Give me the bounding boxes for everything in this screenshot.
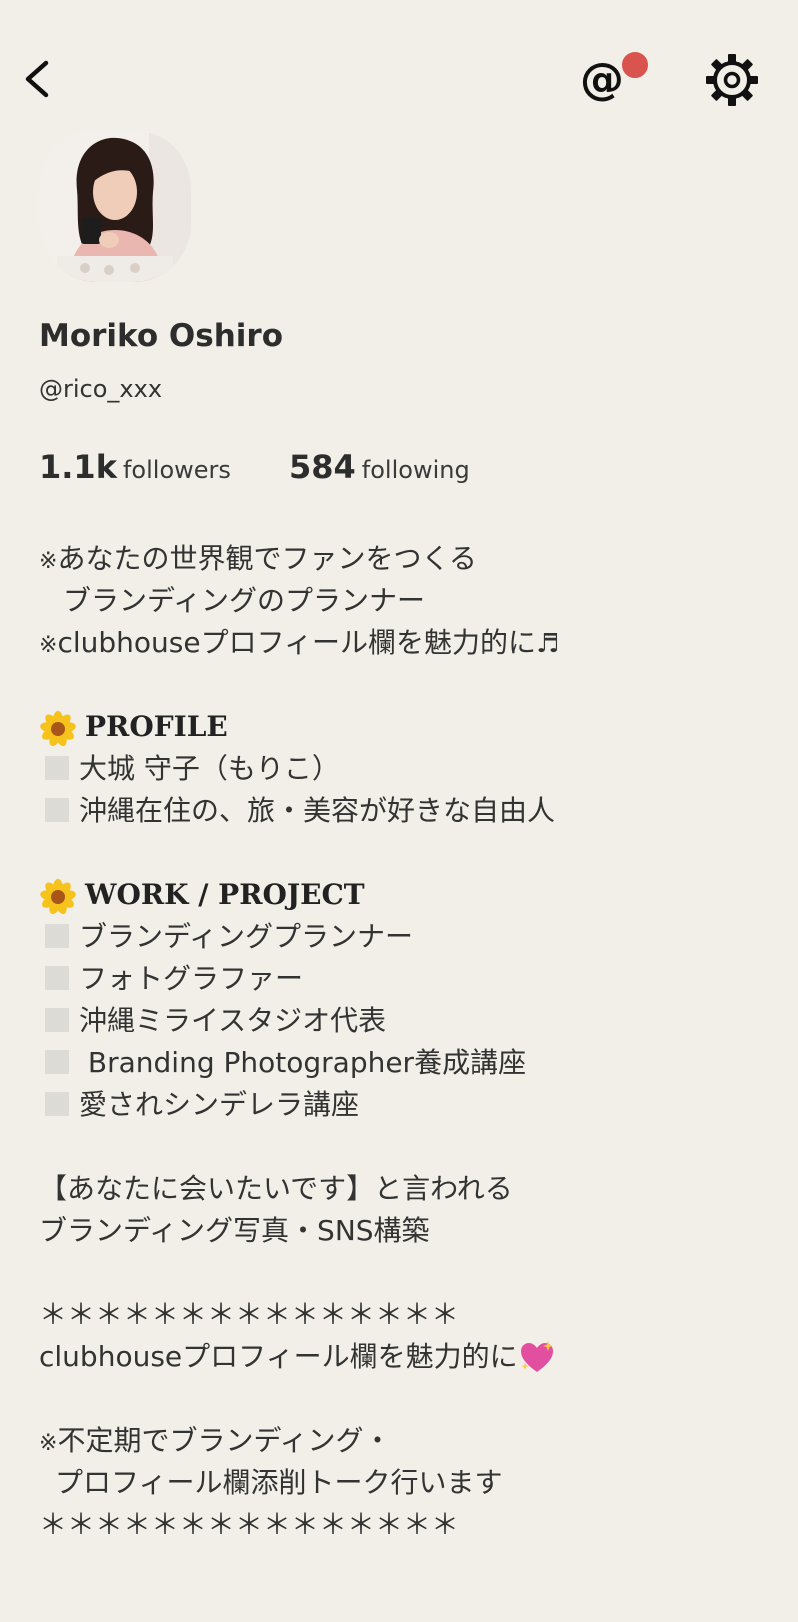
music-note-icon: ♬ [536, 629, 560, 659]
sparkling-heart-icon [520, 1341, 553, 1372]
bio: ※あなたの世界観でファンをつくる ブランディングのプランナー ※clubhous… [39, 538, 779, 1546]
bio-line: ※あなたの世界観でファンをつくる [39, 542, 477, 575]
avatar[interactable] [39, 130, 191, 282]
bio-list-item: 沖縄ミライスタジオ代表 [39, 1000, 779, 1042]
bio-list-item: 大城 守子（もりこ） [39, 748, 779, 790]
bio-list-item: フォトグラファー [39, 958, 779, 1000]
bio-line: ブランディングのプランナー [63, 584, 426, 617]
square-bullet-icon [45, 798, 69, 822]
at-icon: @ [580, 54, 624, 105]
profile-photo [39, 130, 191, 282]
square-bullet-icon [45, 1008, 69, 1032]
following-link[interactable]: 584 following [289, 448, 470, 486]
notification-dot [620, 50, 650, 80]
following-count: 584 [289, 448, 356, 486]
square-bullet-icon [45, 1092, 69, 1116]
chevron-left-icon [25, 60, 49, 98]
sunflower-icon [40, 710, 76, 746]
following-label: following [361, 456, 470, 484]
square-bullet-icon [45, 966, 69, 990]
bio-line: 【あなたに会いたいです】と言われる [39, 1172, 513, 1205]
gear-icon [706, 54, 758, 106]
bio-line: ＊＊＊＊＊＊＊＊＊＊＊＊＊＊＊ [39, 1298, 460, 1331]
bio-line: clubhouseプロフィール欄を魅力的に [39, 1336, 779, 1378]
followers-link[interactable]: 1.1k followers [39, 448, 231, 486]
bio-line: ブランディング写真・SNS構築 [39, 1214, 430, 1247]
bio-line: プロフィール欄添削トーク行います [55, 1466, 503, 1499]
bio-heading-work: WORK / PROJECT [39, 874, 779, 916]
settings-button[interactable] [704, 52, 760, 108]
square-bullet-icon [45, 1050, 69, 1074]
bio-line: ※clubhouseプロフィール欄を魅力的に♬ [39, 626, 560, 659]
square-bullet-icon [45, 756, 69, 780]
bio-list-item: Branding Photographer養成講座 [39, 1042, 779, 1084]
bio-line: ※不定期でブランディング・ [39, 1424, 392, 1457]
profile-name: Moriko Oshiro [39, 318, 284, 354]
mentions-button[interactable]: @ [580, 50, 650, 110]
followers-label: followers [122, 456, 231, 484]
bio-list-item: ブランディングプランナー [39, 916, 779, 958]
sunflower-icon [40, 878, 76, 914]
bio-list-item: 沖縄在住の、旅・美容が好きな自由人 [39, 790, 779, 832]
bio-line: ＊＊＊＊＊＊＊＊＊＊＊＊＊＊＊ [39, 1508, 460, 1541]
top-bar: @ [0, 0, 798, 150]
bio-list-item: 愛されシンデレラ講座 [39, 1084, 779, 1126]
bio-heading-profile: PROFILE [39, 706, 779, 748]
square-bullet-icon [45, 924, 69, 948]
back-button[interactable] [18, 55, 58, 103]
profile-handle: @rico_xxx [39, 375, 163, 403]
followers-count: 1.1k [39, 448, 117, 486]
